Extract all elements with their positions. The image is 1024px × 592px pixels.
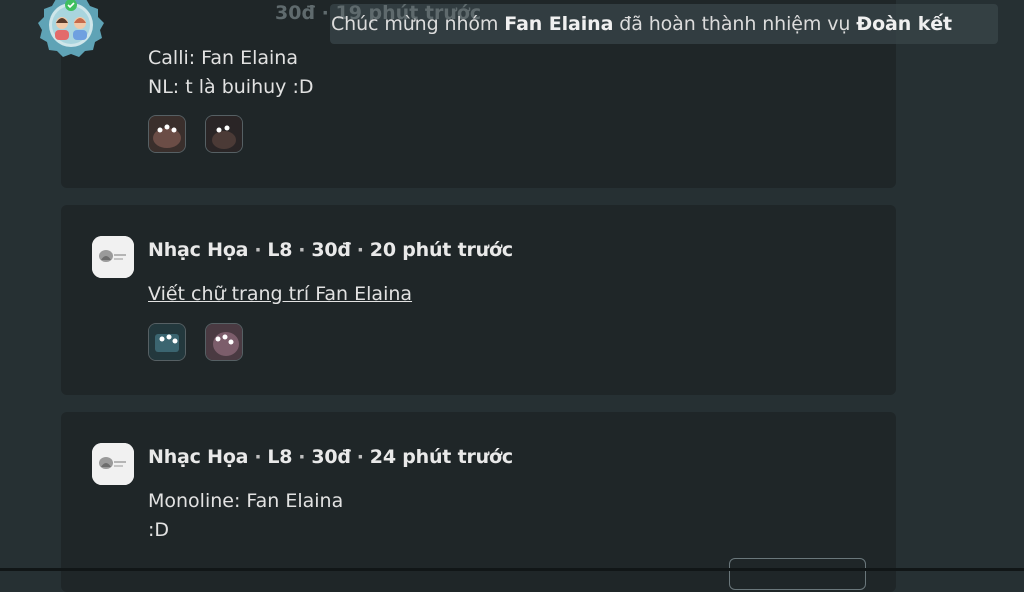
- reaction-sticker-button[interactable]: [148, 323, 186, 361]
- team-badge-icon: [38, 0, 104, 57]
- separator: ·: [254, 446, 262, 468]
- user-level: L8: [267, 239, 293, 261]
- sticker-icon: [206, 116, 242, 152]
- notification-mission: Đoàn kết: [856, 13, 953, 35]
- reaction-sticker-button[interactable]: [205, 323, 243, 361]
- post-meta: Nhạc Họa · L8 · 30đ · 20 phút trước: [148, 239, 513, 261]
- reaction-sticker-button[interactable]: [148, 115, 186, 153]
- post-text: Viết chữ trang trí Fan Elaina: [148, 280, 412, 309]
- separator: ·: [356, 446, 364, 468]
- avatar[interactable]: [92, 236, 134, 278]
- avatar-image: [92, 236, 134, 278]
- post-text-line: :D: [148, 519, 170, 541]
- post-text-line: Monoline: Fan Elaina: [148, 490, 344, 512]
- sticker-icon: [149, 324, 185, 360]
- separator: ·: [298, 239, 306, 261]
- avatar[interactable]: [92, 443, 134, 485]
- separator: ·: [298, 446, 306, 468]
- reply-button[interactable]: [729, 558, 866, 590]
- notification-middle: đã hoàn thành nhiệm vụ: [613, 13, 857, 35]
- sticker-icon: [149, 116, 185, 152]
- post-meta: Nhạc Họa · L8 · 30đ · 24 phút trước: [148, 446, 513, 468]
- reaction-sticker-button[interactable]: [205, 115, 243, 153]
- sticker-icon: [206, 324, 242, 360]
- author-name[interactable]: Nhạc Họa: [148, 239, 249, 261]
- user-points: 30đ: [311, 446, 351, 468]
- notification-text: Chúc mừng nhóm Fan Elaina đã hoàn thành …: [331, 13, 952, 35]
- author-name[interactable]: Nhạc Họa: [148, 446, 249, 468]
- separator: ·: [356, 239, 364, 261]
- avatar-image: [92, 443, 134, 485]
- notification-group: Fan Elaina: [504, 13, 614, 35]
- post-time[interactable]: 20 phút trước: [370, 239, 513, 261]
- post-time[interactable]: 24 phút trước: [370, 446, 513, 468]
- notification-prefix: Chúc mừng nhóm: [331, 13, 505, 35]
- post-card: Nhạc Họa · L8 · 30đ · 20 phút trước Viết chữ t…: [61, 205, 896, 395]
- user-level: L8: [267, 446, 293, 468]
- user-points: 30đ: [311, 239, 351, 261]
- post-text-line: Calli: Fan Elaina: [148, 47, 298, 69]
- post-link[interactable]: Viết chữ trang trí Fan Elaina: [148, 283, 412, 305]
- separator: ·: [254, 239, 262, 261]
- post-text-line: NL: t là buihuy :D: [148, 76, 314, 98]
